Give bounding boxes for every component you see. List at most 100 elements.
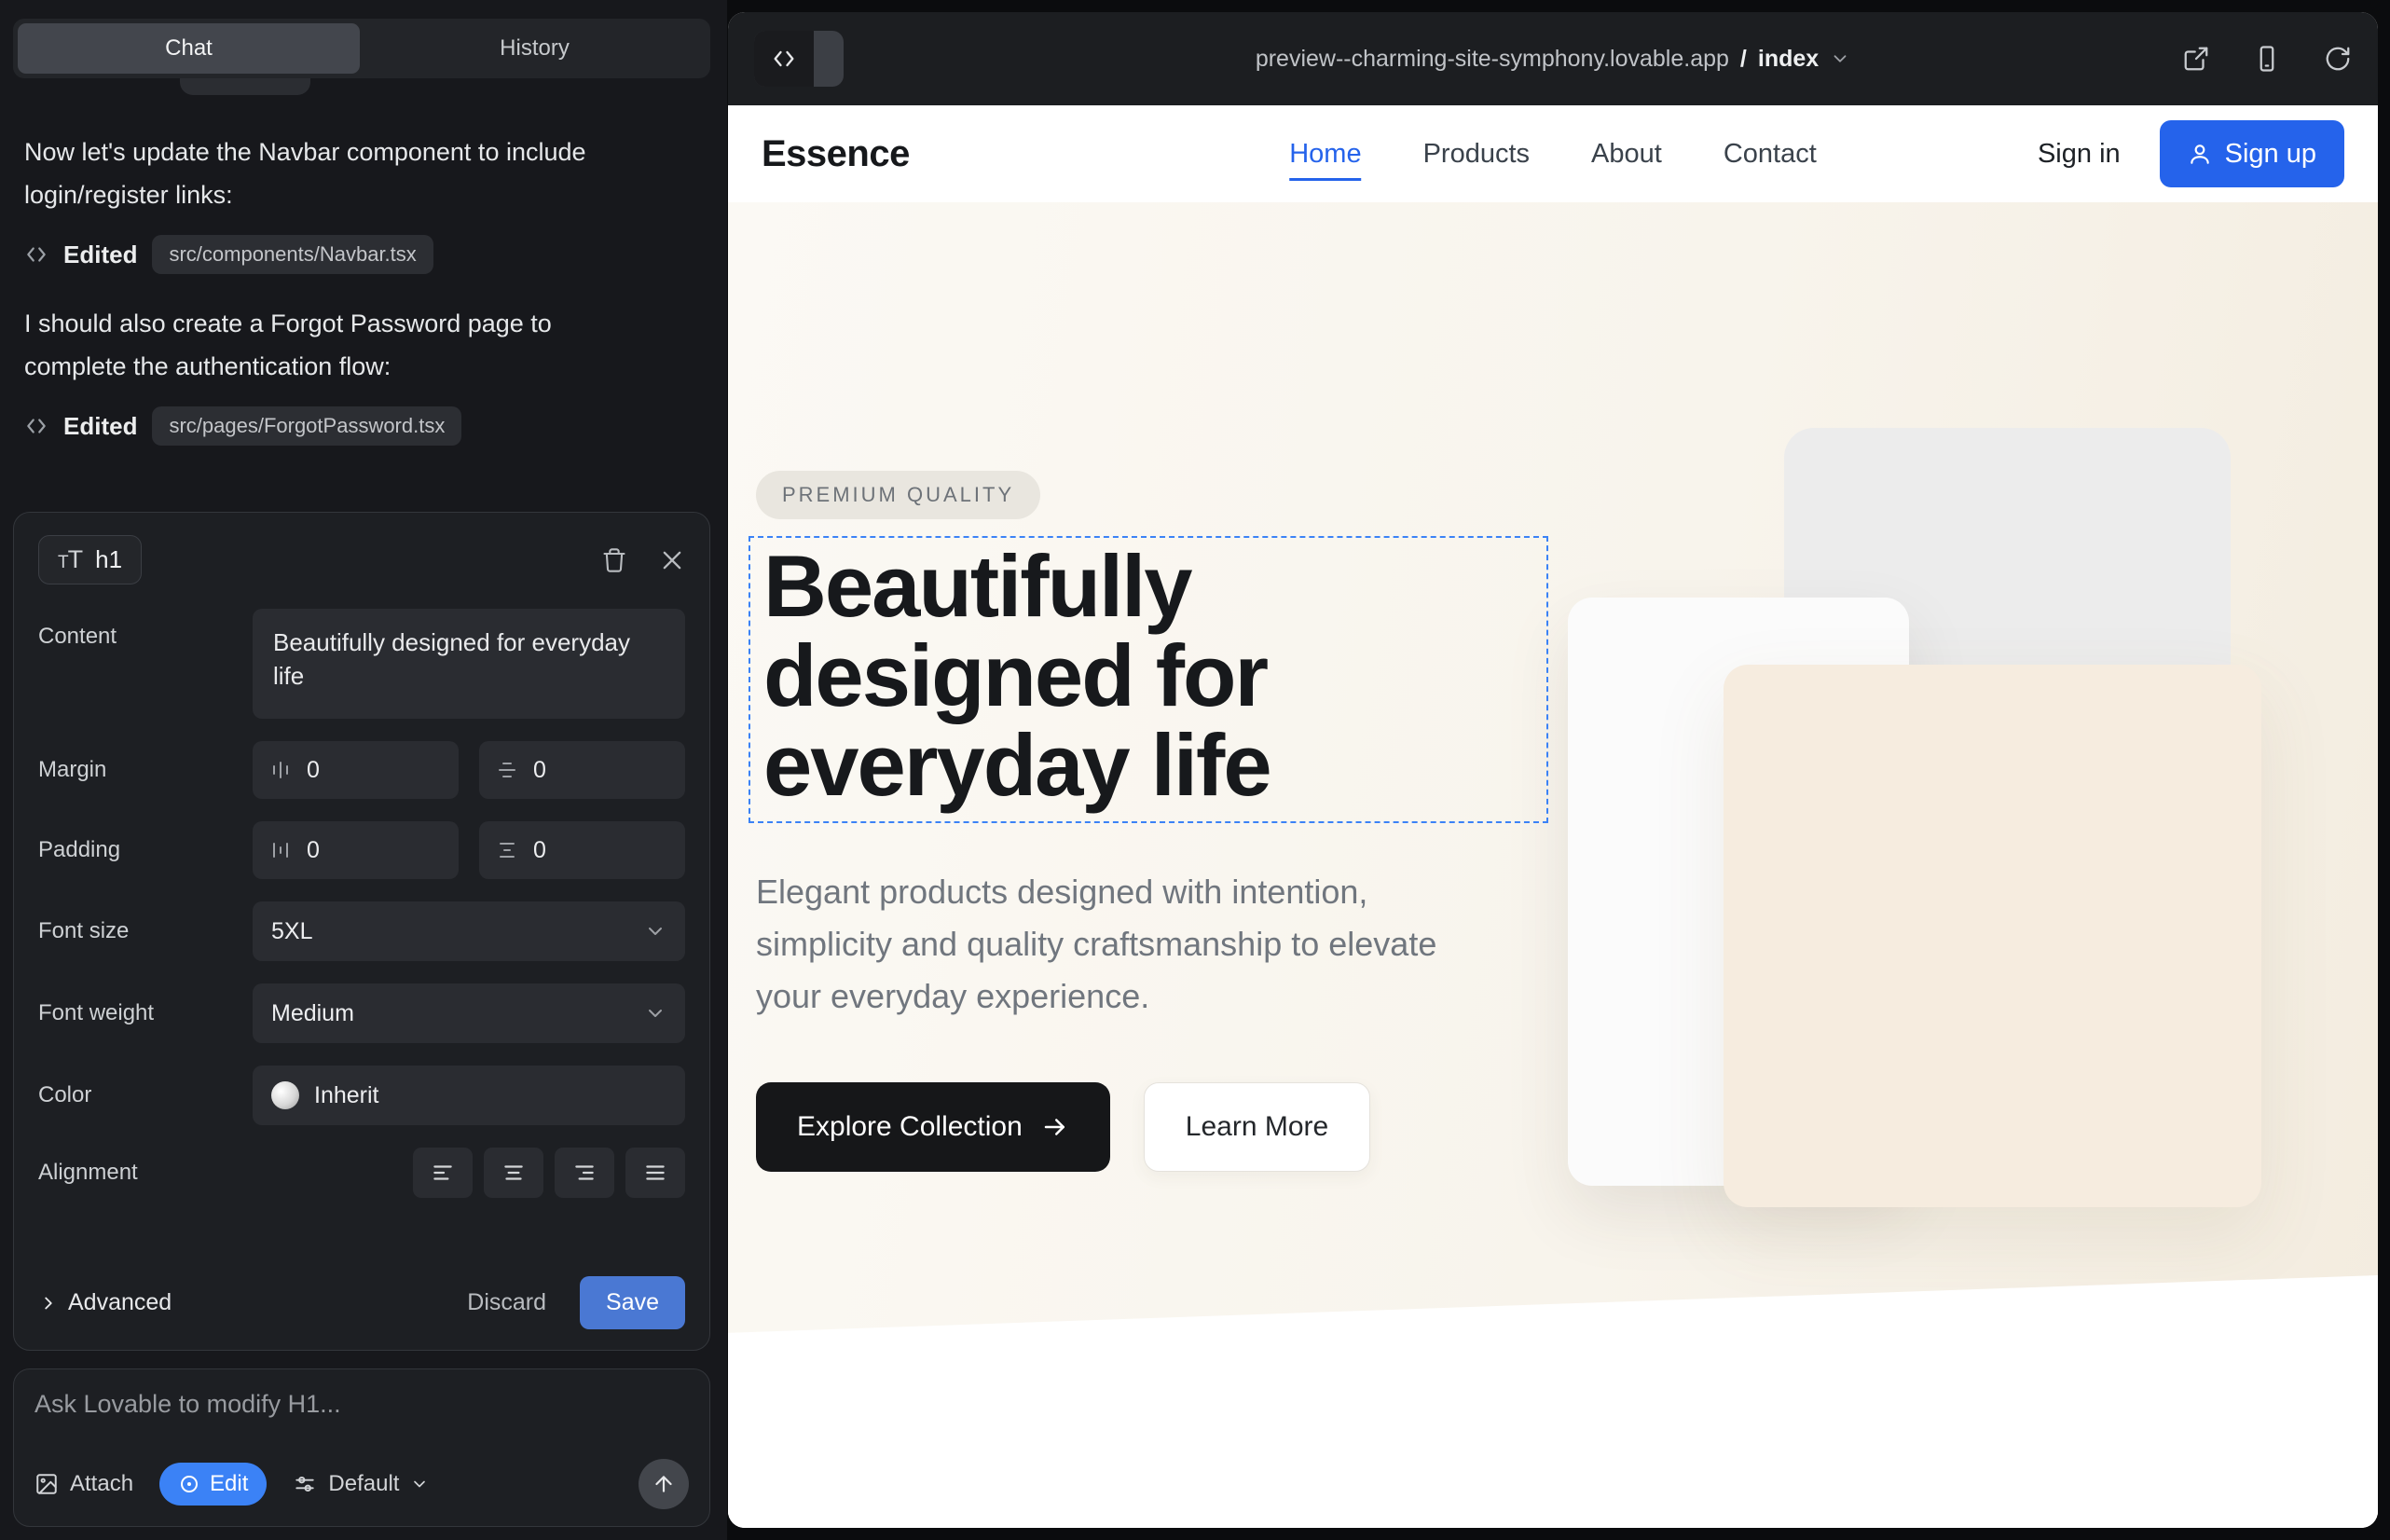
padding-horizontal-icon	[496, 839, 518, 861]
hero-badge: PREMIUM QUALITY	[756, 471, 1040, 519]
save-button[interactable]: Save	[580, 1276, 685, 1329]
code-view-toggle[interactable]	[754, 31, 844, 87]
file-chip[interactable]: src/pages/ForgotPassword.tsx	[152, 406, 461, 446]
app: Chat History Now let's update the Navbar…	[0, 0, 2390, 1540]
chevron-down-icon	[1830, 48, 1850, 69]
h1-selection-box: Beautifully designed for everyday life	[749, 536, 1548, 823]
padding-vertical-icon	[269, 839, 292, 861]
file-chip[interactable]: src/components/Navbar.tsx	[152, 235, 433, 274]
hero-description: Elegant products designed with intention…	[756, 866, 1478, 1023]
refresh-button[interactable]	[2324, 45, 2352, 73]
delete-element-button[interactable]	[601, 547, 627, 573]
content-label: Content	[38, 609, 253, 650]
tab-history[interactable]: History	[364, 23, 706, 74]
edited-file-row: Edited src/pages/ForgotPassword.tsx	[24, 406, 621, 446]
align-left-icon	[431, 1161, 455, 1185]
decorative-shape-beige	[1724, 665, 2261, 1207]
left-panel: Chat History Now let's update the Navbar…	[0, 0, 727, 1540]
image-icon	[34, 1472, 59, 1496]
padding-horizontal-input[interactable]: 0	[479, 821, 685, 879]
chat-history-tabs: Chat History	[13, 19, 710, 78]
align-left-button[interactable]	[413, 1148, 473, 1198]
learn-more-button[interactable]: Learn More	[1144, 1082, 1370, 1172]
padding-horizontal-value: 0	[533, 837, 546, 864]
close-icon	[659, 547, 685, 573]
padding-label: Padding	[38, 837, 253, 863]
cta-row: Explore Collection Learn More	[756, 1082, 1370, 1172]
align-justify-icon	[643, 1161, 667, 1185]
chat-messages: Now let's update the Navbar component to…	[24, 131, 621, 474]
nav-link-home[interactable]: Home	[1289, 139, 1361, 181]
device-preview-button[interactable]	[2253, 45, 2281, 73]
sign-up-button[interactable]: Sign up	[2160, 120, 2344, 187]
align-justify-button[interactable]	[625, 1148, 685, 1198]
trash-icon	[601, 547, 627, 573]
element-tag-name: h1	[95, 545, 122, 574]
editor-footer: Advanced Discard Save	[38, 1276, 685, 1329]
chat-message: I should also create a Forgot Password p…	[24, 302, 621, 388]
brand-logo[interactable]: Essence	[762, 133, 910, 175]
advanced-toggle[interactable]: Advanced	[38, 1289, 172, 1316]
chevron-down-icon	[410, 1475, 429, 1493]
edited-label: Edited	[63, 241, 137, 269]
refresh-icon	[2324, 45, 2352, 73]
default-mode-button[interactable]: Default	[293, 1471, 429, 1497]
browser-topbar: preview--charming-site-symphony.lovable.…	[728, 12, 2378, 105]
close-editor-button[interactable]	[659, 547, 685, 573]
open-external-button[interactable]	[2182, 45, 2210, 73]
font-size-select[interactable]: 5XL	[253, 901, 685, 961]
sign-in-link[interactable]: Sign in	[2038, 139, 2121, 170]
site-preview: Essence Home Products About Contact Sign…	[728, 105, 2378, 1528]
code-icon	[24, 242, 48, 267]
margin-vertical-value: 0	[307, 757, 320, 784]
sign-up-label: Sign up	[2225, 139, 2316, 170]
alignment-buttons	[253, 1148, 685, 1198]
hero-headline[interactable]: Beautifully designed for everyday life	[763, 542, 1546, 810]
code-icon	[24, 414, 48, 438]
margin-vertical-input[interactable]: 0	[253, 741, 459, 799]
url-host: preview--charming-site-symphony.lovable.…	[1256, 46, 1729, 73]
edited-label: Edited	[63, 412, 137, 441]
decorative-wedge	[728, 1273, 2378, 1528]
arrow-right-icon	[1041, 1113, 1069, 1141]
color-swatch	[271, 1081, 299, 1109]
user-icon	[2188, 142, 2212, 166]
attach-button[interactable]: Attach	[34, 1471, 133, 1497]
align-center-button[interactable]	[484, 1148, 543, 1198]
editor-header: TT h1	[38, 535, 685, 584]
alignment-label: Alignment	[38, 1160, 253, 1186]
font-weight-select[interactable]: Medium	[253, 983, 685, 1043]
url-separator: /	[1740, 46, 1747, 73]
nav-link-about[interactable]: About	[1591, 139, 1662, 170]
tab-chat[interactable]: Chat	[18, 23, 360, 74]
element-editor-panel: TT h1 Content Margin	[13, 512, 710, 1351]
margin-horizontal-input[interactable]: 0	[479, 741, 685, 799]
margin-horizontal-value: 0	[533, 757, 546, 784]
url-display[interactable]: preview--charming-site-symphony.lovable.…	[1256, 46, 1850, 73]
align-right-button[interactable]	[555, 1148, 614, 1198]
element-tag-pill[interactable]: TT h1	[38, 535, 142, 584]
align-center-icon	[501, 1161, 526, 1185]
content-field[interactable]	[253, 609, 685, 719]
font-size-label: Font size	[38, 918, 253, 944]
padding-vertical-value: 0	[307, 837, 320, 864]
edit-mode-button[interactable]: Edit	[159, 1463, 267, 1506]
code-icon	[754, 31, 814, 87]
composer: Attach Edit Default	[13, 1368, 710, 1527]
nav-link-products[interactable]: Products	[1423, 139, 1530, 170]
edit-label: Edit	[210, 1471, 248, 1497]
font-size-value: 5XL	[271, 918, 312, 945]
nav-link-contact[interactable]: Contact	[1724, 139, 1817, 170]
color-value: Inherit	[314, 1082, 378, 1109]
padding-vertical-input[interactable]: 0	[253, 821, 459, 879]
target-icon	[178, 1473, 200, 1495]
discard-button[interactable]: Discard	[467, 1289, 546, 1316]
margin-horizontal-icon	[496, 759, 518, 781]
hero-section: PREMIUM QUALITY Beautifully designed for…	[728, 202, 2378, 1528]
margin-vertical-icon	[269, 759, 292, 781]
explore-collection-button[interactable]: Explore Collection	[756, 1082, 1110, 1172]
color-picker[interactable]: Inherit	[253, 1066, 685, 1125]
prompt-input[interactable]	[34, 1390, 689, 1459]
explore-collection-label: Explore Collection	[797, 1111, 1023, 1143]
send-button[interactable]	[639, 1459, 689, 1509]
